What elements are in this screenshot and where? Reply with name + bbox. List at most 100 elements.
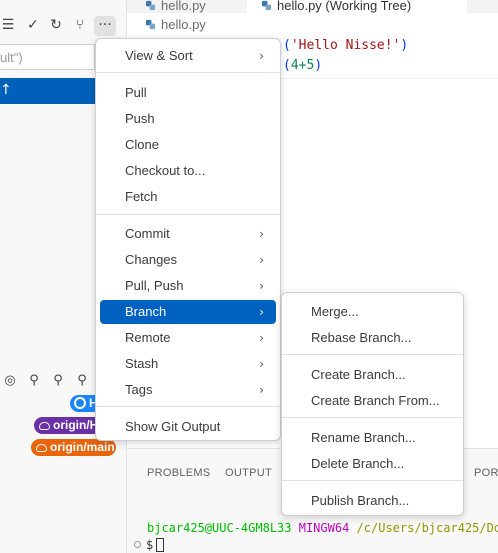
tab-hello-py-working-tree[interactable]: hello.py (Working Tree) ✕	[247, 0, 467, 13]
target-icon[interactable]: ◎	[2, 373, 18, 389]
breadcrumb-label: hello.py	[161, 17, 206, 32]
terminal-user: bjcar425@UUC-4GM8L33	[147, 521, 292, 535]
circle-icon	[134, 541, 141, 548]
terminal-input-line[interactable]: $	[134, 538, 165, 552]
commit-message-text: ult")	[0, 50, 23, 65]
graph-icon[interactable]: ⑂	[72, 17, 88, 33]
list-tree-icon[interactable]: ☰	[0, 17, 16, 33]
python-icon	[145, 19, 156, 30]
target-icon	[74, 397, 86, 409]
menu-item-checkout[interactable]: Checkout to...	[100, 159, 276, 183]
menu-label: Push	[125, 111, 155, 126]
menu-item-create-branch[interactable]: Create Branch...	[286, 363, 459, 387]
chevron-right-icon: ›	[259, 383, 264, 397]
pull-icon[interactable]: ⚲	[50, 373, 66, 389]
scm-more-actions-menu: View & Sort › Pull Push Clone Checkout to…	[95, 38, 281, 441]
tab-hello-py[interactable]: hello.py	[145, 0, 245, 13]
menu-item-pull-push[interactable]: Pull, Push ›	[100, 274, 276, 298]
menu-label: Pull, Push	[125, 278, 184, 293]
badge-label: origin/main	[50, 440, 115, 454]
chevron-right-icon: ›	[259, 253, 264, 267]
check-icon[interactable]: ✓	[25, 17, 41, 33]
menu-item-push[interactable]: Push	[100, 107, 276, 131]
menu-label: Commit	[125, 226, 170, 241]
menu-label: Merge...	[311, 304, 359, 319]
menu-item-stash[interactable]: Stash ›	[100, 352, 276, 376]
menu-label: Branch	[125, 304, 167, 319]
python-icon	[145, 0, 156, 11]
commit-button[interactable]: ↑	[0, 78, 100, 104]
menu-separator	[96, 72, 280, 73]
menu-item-tags[interactable]: Tags ›	[100, 378, 276, 402]
menu-item-fetch[interactable]: Fetch	[100, 185, 276, 209]
code-string: 'Hello Nisse!'	[290, 38, 401, 53]
tab-label: hello.py	[161, 0, 206, 13]
refresh-icon[interactable]: ↻	[48, 17, 64, 33]
tab-ports[interactable]: PORTS	[474, 467, 498, 479]
menu-label: View & Sort	[125, 48, 193, 63]
editor-tabs: hello.py hello.py (Working Tree) ✕	[127, 0, 498, 13]
branch-submenu: Merge... Rebase Branch... Create Branch.…	[281, 292, 464, 516]
push-icon[interactable]: ⚲	[74, 373, 90, 389]
breadcrumb[interactable]: hello.py	[145, 17, 206, 32]
menu-separator	[282, 354, 463, 355]
tab-label: hello.py (Working Tree)	[277, 0, 412, 13]
terminal-cursor	[156, 538, 165, 552]
menu-item-pull[interactable]: Pull	[100, 81, 276, 105]
terminal-prompt: $	[146, 538, 154, 552]
code-expression: 4+5	[290, 58, 315, 73]
menu-item-view-sort[interactable]: View & Sort ›	[100, 44, 276, 68]
chevron-right-icon: ›	[259, 279, 264, 293]
cloud-icon	[36, 444, 47, 452]
menu-label: Show Git Output	[125, 419, 221, 434]
menu-separator	[282, 480, 463, 481]
menu-label: Create Branch From...	[311, 393, 440, 408]
menu-item-changes[interactable]: Changes ›	[100, 248, 276, 272]
menu-item-create-branch-from[interactable]: Create Branch From...	[286, 389, 459, 413]
menu-separator	[282, 417, 463, 418]
terminal-path: /c/Users/bjcar425/Doc	[356, 521, 498, 535]
menu-item-rename-branch[interactable]: Rename Branch...	[286, 426, 459, 450]
menu-label: Clone	[125, 137, 159, 152]
badge-label: origin/H	[53, 418, 99, 432]
menu-item-rebase-branch[interactable]: Rebase Branch...	[286, 326, 459, 350]
menu-label: Checkout to...	[125, 163, 206, 178]
arrow-up-icon: ↑	[0, 82, 12, 98]
menu-label: Create Branch...	[311, 367, 406, 382]
menu-label: Tags	[125, 382, 153, 397]
menu-label: Rename Branch...	[311, 430, 416, 445]
menu-item-branch[interactable]: Branch ›	[100, 300, 276, 324]
menu-label: Rebase Branch...	[311, 330, 412, 345]
terminal-prompt-line: bjcar425@UUC-4GM8L33 MINGW64 /c/Users/bj…	[147, 521, 498, 535]
menu-item-delete-branch[interactable]: Delete Branch...	[286, 452, 459, 476]
menu-label: Stash	[125, 356, 159, 371]
menu-item-clone[interactable]: Clone	[100, 133, 276, 157]
menu-separator	[96, 406, 280, 407]
menu-label: Fetch	[125, 189, 158, 204]
more-actions-button[interactable]: ···	[94, 16, 116, 36]
menu-label: Publish Branch...	[311, 493, 410, 508]
menu-label: Changes	[125, 252, 178, 267]
cloud-icon	[39, 422, 50, 430]
code-line-1: ('Hello Nisse!')	[283, 38, 409, 53]
menu-label: Remote	[125, 330, 171, 345]
chevron-right-icon: ›	[259, 331, 264, 345]
chevron-right-icon: ›	[259, 49, 264, 63]
menu-item-commit[interactable]: Commit ›	[100, 222, 276, 246]
fetch-icon[interactable]: ⚲	[26, 373, 42, 389]
menu-label: Delete Branch...	[311, 456, 405, 471]
tab-output[interactable]: OUTPUT	[225, 467, 272, 479]
menu-item-show-git-output[interactable]: Show Git Output	[100, 415, 276, 439]
terminal-env: MINGW64	[298, 521, 350, 535]
origin-main-badge: origin/main	[31, 439, 116, 456]
commit-message-input[interactable]: ult")	[0, 44, 95, 70]
tab-problems[interactable]: PROBLEMS	[147, 467, 211, 479]
menu-separator	[96, 214, 280, 215]
chevron-right-icon: ›	[259, 227, 264, 241]
menu-item-merge[interactable]: Merge...	[286, 300, 459, 324]
chevron-right-icon: ›	[259, 357, 264, 371]
chevron-right-icon: ›	[259, 305, 264, 319]
code-line-2: (4+5)	[283, 58, 323, 73]
menu-item-publish-branch[interactable]: Publish Branch...	[286, 489, 459, 513]
menu-item-remote[interactable]: Remote ›	[100, 326, 276, 350]
